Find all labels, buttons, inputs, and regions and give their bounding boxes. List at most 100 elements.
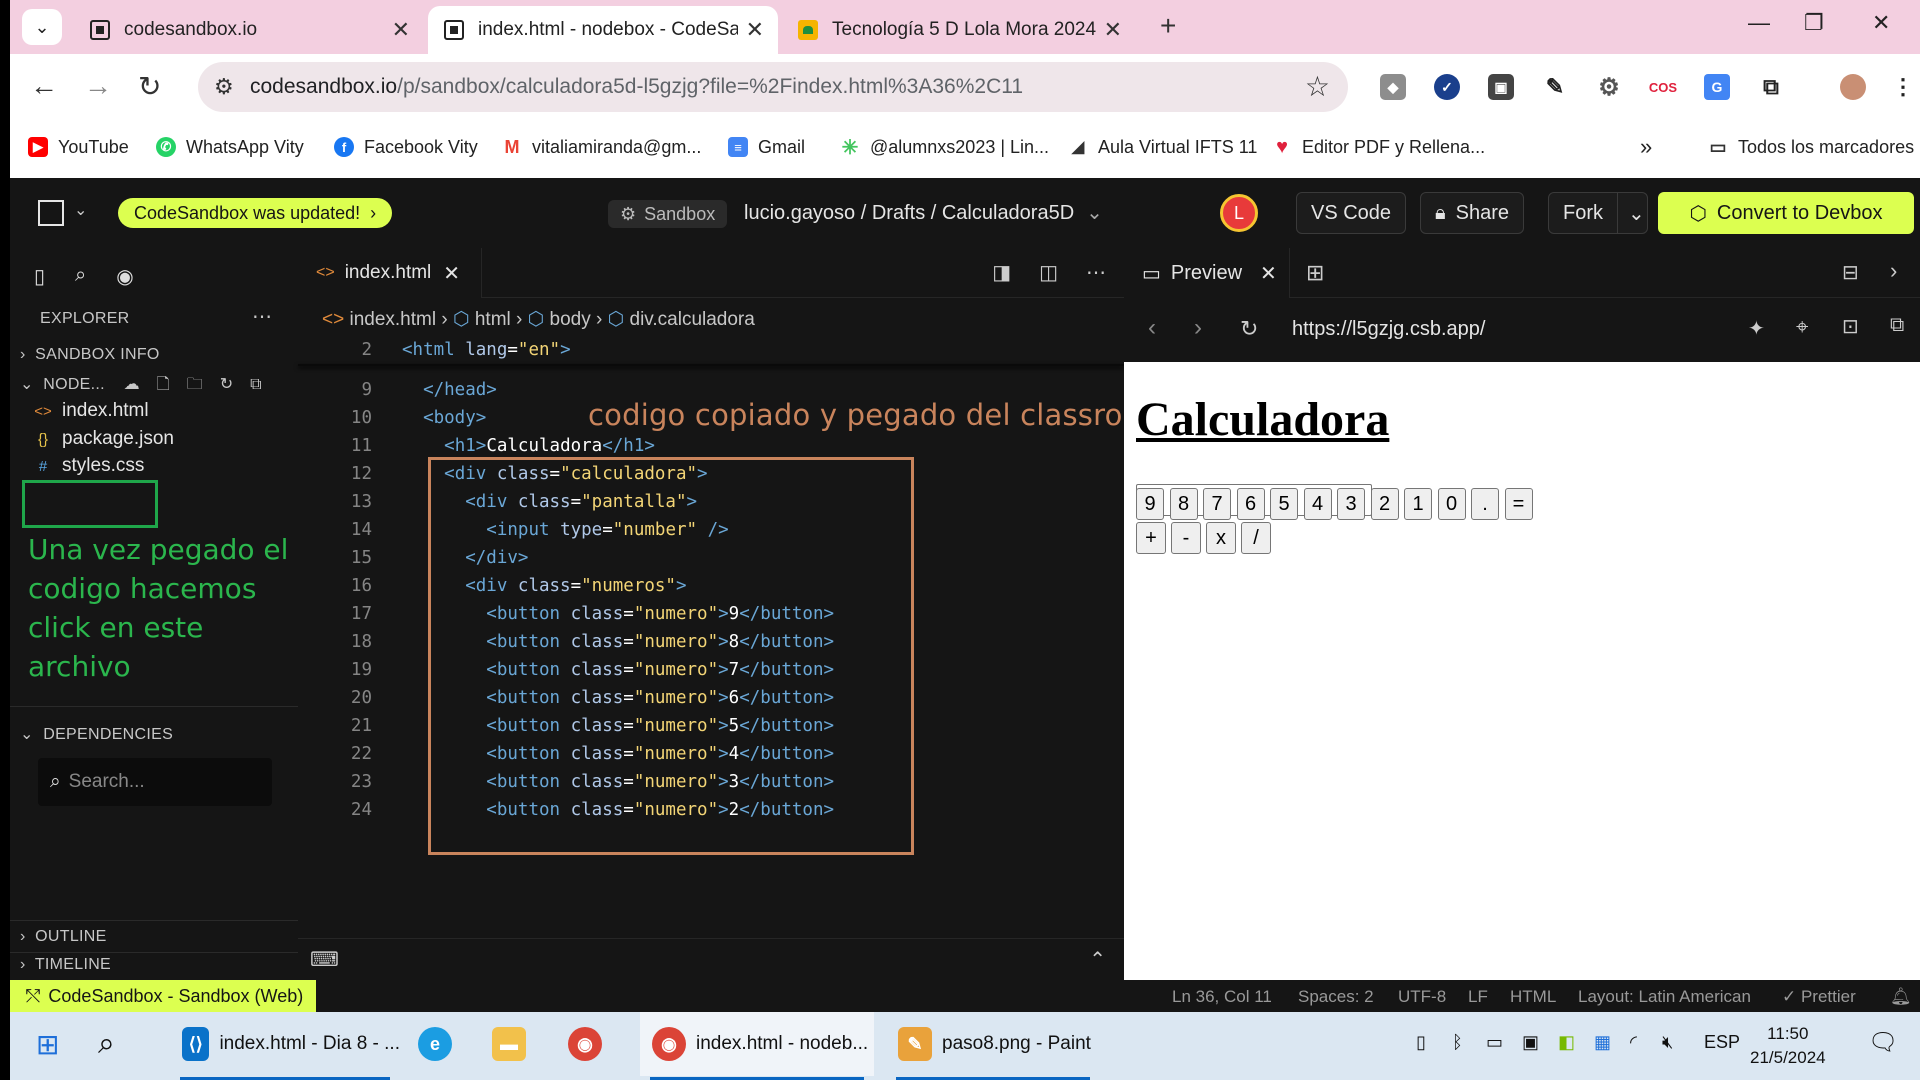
address-url[interactable]: codesandbox.io/p/sandbox/calculadora5d-l… — [250, 75, 1023, 99]
all-bookmarks-button[interactable]: ▭ Todos los marcadores — [1708, 132, 1914, 162]
bookmark-linktree[interactable]: ✳ @alumnxs2023 | Lin... — [840, 132, 1049, 162]
extension-cos-icon[interactable]: COS — [1649, 74, 1677, 100]
calculator-button[interactable]: 5 — [1270, 488, 1298, 520]
toggle-panel-icon[interactable]: ◨ — [992, 260, 1011, 285]
monitor-icon[interactable]: ▣ — [1522, 1032, 1539, 1053]
calculator-button[interactable]: 0 — [1437, 488, 1466, 520]
extension-wallet-icon[interactable]: ▣ — [1488, 74, 1514, 100]
taskbar-edge[interactable]: e — [418, 1012, 462, 1076]
file-index-html[interactable]: <> index.html — [34, 400, 148, 422]
address-bar[interactable]: ⚙ codesandbox.io/p/sandbox/calculadora5d… — [198, 62, 1348, 112]
user-avatar[interactable]: L — [1220, 194, 1258, 232]
preview-tab[interactable]: ▭ Preview ✕ — [1124, 248, 1290, 298]
search-icon[interactable]: ⌕ — [98, 1012, 115, 1076]
new-tab-icon[interactable]: + — [1160, 10, 1176, 42]
codesandbox-logo-icon[interactable] — [38, 200, 64, 226]
device-icon[interactable]: ▯ — [1416, 1032, 1426, 1053]
file-package-json[interactable]: {} package.json — [34, 428, 174, 450]
preview-url[interactable]: https://l5gzjg.csb.app/ — [1292, 318, 1485, 341]
chevron-down-icon[interactable]: ⌄ — [74, 200, 87, 220]
chevron-right-icon[interactable]: › — [1890, 258, 1897, 284]
extension-gear-icon[interactable]: ⚙ — [1596, 74, 1622, 101]
status-prettier[interactable]: ✓ Prettier — [1782, 987, 1856, 1007]
node-section[interactable]: ⌄ NODE... ☁ 🗋︎ 🗀︎ ↻ ⧉ — [20, 373, 262, 400]
menu-kebab-icon[interactable]: ⋮ — [1890, 74, 1916, 100]
upload-icon[interactable]: ☁ — [124, 376, 140, 393]
profile-avatar[interactable] — [1840, 74, 1866, 100]
github-icon[interactable]: ◉ — [116, 264, 133, 289]
bookmark-email[interactable]: Mvitaliamiranda@gm... — [502, 132, 701, 162]
taskbar-explorer[interactable]: ▬ — [492, 1012, 536, 1076]
dependency-search-input[interactable]: ⌕ Search... — [38, 758, 272, 806]
wifi-icon[interactable]: ◜ — [1630, 1032, 1637, 1053]
site-info-icon[interactable]: ⚙ — [214, 74, 234, 100]
calculator-button[interactable]: 1 — [1404, 488, 1432, 520]
calculator-operator-button[interactable]: x — [1206, 522, 1236, 554]
bookmark-aula[interactable]: ◢ Aula Virtual IFTS 11 — [1068, 132, 1257, 162]
chevron-up-icon[interactable]: ⌃ — [1089, 947, 1106, 972]
notifications-icon[interactable]: 🗨︎ — [1868, 1028, 1898, 1057]
calculator-button[interactable]: 9 — [1136, 488, 1164, 520]
explorer-more-icon[interactable]: ⋯ — [252, 304, 272, 329]
timeline-section[interactable]: › TIMELINE — [20, 956, 111, 974]
extension-cube-icon[interactable]: ◆ — [1380, 74, 1406, 100]
more-actions-icon[interactable]: ⋯ — [1086, 260, 1106, 285]
open-new-window-icon[interactable]: ⧉ — [1890, 314, 1904, 337]
status-language[interactable]: HTML — [1510, 987, 1556, 1007]
layout-icon[interactable]: ⊟ — [1842, 260, 1859, 285]
calculator-operator-button[interactable]: / — [1241, 522, 1271, 554]
back-icon[interactable]: ← — [30, 70, 58, 102]
bookmark-whatsapp[interactable]: ✆ WhatsApp Vity — [156, 132, 304, 162]
close-tab-icon[interactable]: ✕ — [392, 17, 410, 43]
calculator-button[interactable]: 3 — [1337, 488, 1365, 520]
keyboard-language[interactable]: ESP — [1704, 1032, 1740, 1053]
browser-tab-codesandbox[interactable]: codesandbox.io ✕ — [74, 6, 424, 54]
reload-icon[interactable]: ↻ — [138, 70, 161, 103]
bookmark-star-icon[interactable]: ☆ — [1305, 70, 1330, 103]
convert-to-devbox-button[interactable]: ⬡ Convert to Devbox — [1658, 192, 1914, 234]
vscode-button[interactable]: VS Code — [1296, 192, 1407, 234]
minimize-icon[interactable]: — — [1748, 10, 1770, 36]
crosshair-icon[interactable]: ⌖ — [1796, 314, 1808, 340]
bookmark-pdf-editor[interactable]: ♥ Editor PDF y Rellena... — [1272, 132, 1485, 162]
extension-check-icon[interactable]: ✓ — [1434, 74, 1460, 100]
console-icon[interactable]: ⊡ — [1842, 314, 1859, 339]
calculator-button[interactable]: 4 — [1303, 488, 1332, 520]
new-file-icon[interactable]: 🗋︎ — [157, 376, 170, 393]
code-line[interactable]: 11 <h1>Calculadora</h1> — [298, 432, 1124, 460]
bookmark-gmail[interactable]: ≡ Gmail — [728, 132, 805, 162]
calculator-button[interactable]: = — [1504, 488, 1533, 520]
updated-notice-button[interactable]: CodeSandbox was updated! › — [118, 198, 393, 228]
calculator-operator-button[interactable]: + — [1136, 522, 1166, 554]
system-clock[interactable]: 11:50 21/5/2024 — [1750, 1022, 1826, 1070]
translate-icon[interactable]: G — [1704, 74, 1730, 100]
bell-icon[interactable]: 🔔︎ — [1890, 987, 1912, 1007]
editor-tab-index-html[interactable]: <> index.html ✕ — [298, 248, 482, 298]
files-icon[interactable]: ▯ — [34, 264, 45, 289]
fork-button[interactable]: Fork ⌄ — [1548, 192, 1648, 234]
volume-mute-icon[interactable]: 🔇︎ — [1662, 1032, 1673, 1053]
browser-tab-classroom[interactable]: Tecnología 5 D Lola Mora 2024 ✕ — [782, 6, 1136, 54]
restore-icon[interactable]: ❐ — [1804, 10, 1824, 36]
windows-start-icon[interactable]: ⊞ — [36, 1012, 59, 1076]
extensions-puzzle-icon[interactable]: ⧉ — [1758, 74, 1784, 100]
forward-icon[interactable]: → — [84, 70, 112, 102]
bookmarks-overflow-button[interactable]: » — [1640, 132, 1652, 162]
calculator-operator-button[interactable]: - — [1171, 522, 1201, 554]
terminal-icon[interactable]: ⌨ — [310, 947, 339, 972]
nvidia-icon[interactable]: ◧ — [1558, 1032, 1575, 1053]
chevron-down-icon[interactable]: ⌄ — [1618, 201, 1645, 226]
browser-tab-index[interactable]: index.html - nodebox - CodeSa ✕ — [428, 6, 778, 54]
taskbar-chrome-window[interactable]: ◉ index.html - nodeb... — [640, 1012, 874, 1076]
add-tab-icon[interactable]: ⊞ — [1306, 260, 1324, 286]
battery-icon[interactable]: ▭ — [1486, 1032, 1503, 1053]
close-window-icon[interactable]: ✕ — [1872, 10, 1890, 36]
status-remote[interactable]: ⤲ CodeSandbox - Sandbox (Web) — [10, 980, 316, 1012]
sandbox-breadcrumb[interactable]: lucio.gayoso / Drafts / Calculadora5D ⌄ — [744, 200, 1103, 225]
close-tab-icon[interactable]: ✕ — [1104, 17, 1122, 43]
taskbar-chrome[interactable]: ◉ — [568, 1012, 612, 1076]
status-eol[interactable]: LF — [1468, 987, 1488, 1007]
back-icon[interactable]: ‹ — [1148, 314, 1156, 342]
bookmark-facebook[interactable]: f Facebook Vity — [334, 132, 478, 162]
tab-search-button[interactable]: ⌄ — [22, 9, 62, 45]
